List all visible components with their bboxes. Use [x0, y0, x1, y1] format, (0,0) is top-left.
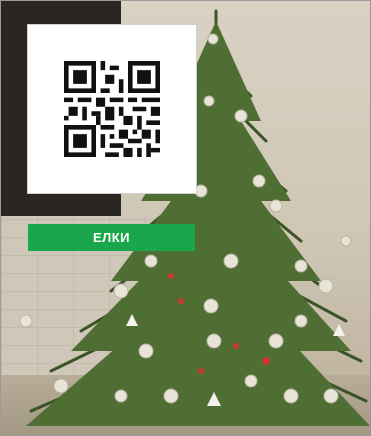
qr-code-card[interactable] [27, 24, 197, 194]
photo-frame: ЕЛКИ [0, 0, 371, 436]
label-banner[interactable]: ЕЛКИ [28, 224, 195, 251]
label-banner-text: ЕЛКИ [92, 230, 131, 245]
qr-code-icon [64, 61, 160, 157]
